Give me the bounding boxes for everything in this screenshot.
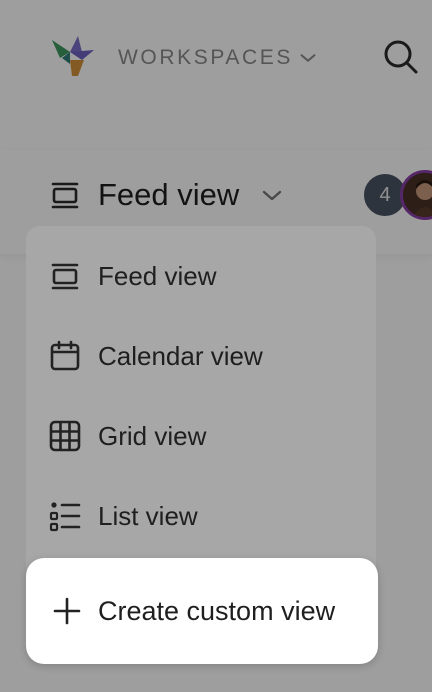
create-custom-view-label: Create custom view [98,596,336,626]
list-icon [49,502,81,532]
menu-item-list-view[interactable]: List view [26,476,376,556]
plus-icon [53,597,81,625]
calendar-icon [50,340,80,371]
menu-item-label: Feed view [98,260,217,291]
menu-item-label: List view [98,500,198,531]
grid-icon [49,420,81,452]
menu-item-label: Grid view [98,420,207,451]
feed-view-icon [51,263,79,290]
create-custom-view-button[interactable]: Create custom view [26,558,378,664]
menu-item-grid-view[interactable]: Grid view [26,396,376,476]
menu-item-calendar-view[interactable]: Calendar view [26,316,376,396]
menu-item-label: Calendar view [98,340,263,371]
menu-item-feed-view[interactable]: Feed view [26,236,376,316]
